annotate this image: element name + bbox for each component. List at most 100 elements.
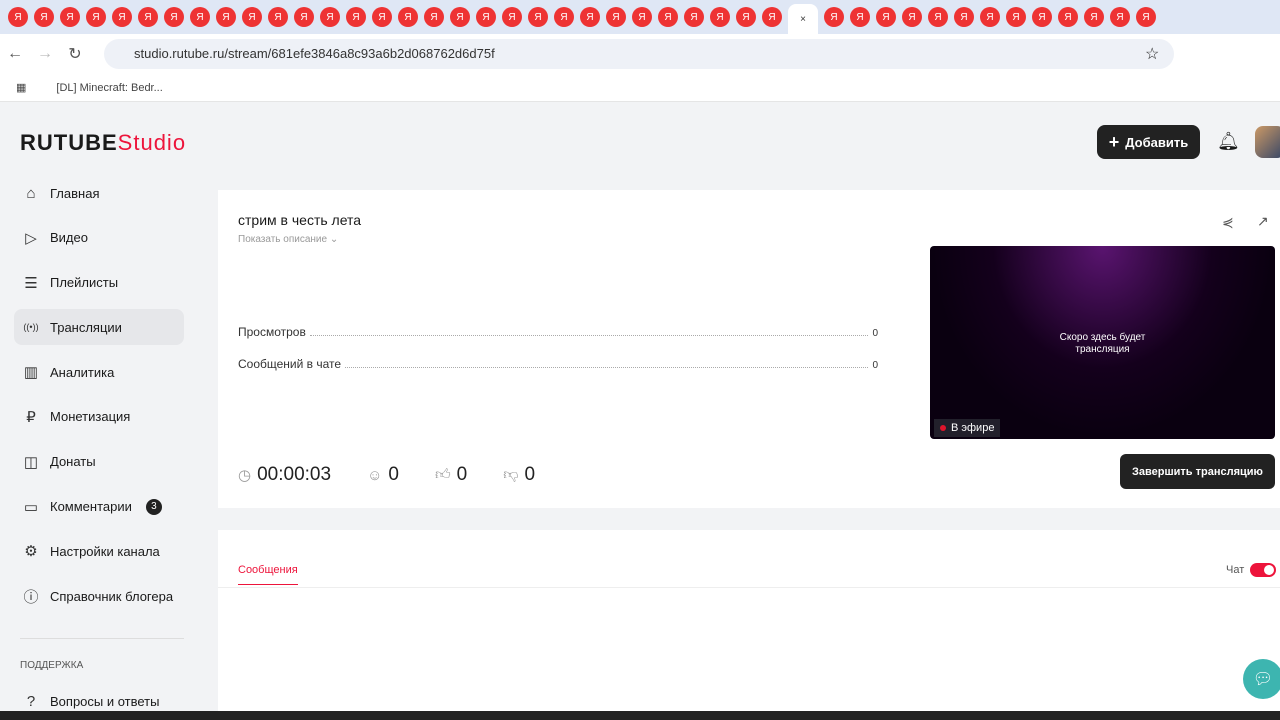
browser-tab[interactable]: Я bbox=[320, 7, 340, 27]
browser-tab[interactable]: Я bbox=[850, 7, 870, 27]
sidebar-item[interactable]: ((•)) Трансляции bbox=[14, 309, 184, 346]
end-stream-button[interactable]: Завершить трансляцию bbox=[1120, 454, 1275, 489]
sidebar-item[interactable]: ▷ Видео bbox=[14, 220, 184, 256]
browser-tab-strip[interactable]: Я Я Я Я Я Я Я Я Я Я Я Я Я Я Я Я Я Я Я Я Я Я Я Я Я Я Я Я Я Я × Я Я Я Я Я Я Я Я Я… bbox=[0, 0, 1280, 34]
url-input[interactable]: studio.rutube.ru/stream/681efe3846a8c93a… bbox=[104, 39, 1174, 69]
browser-tab[interactable]: Я bbox=[762, 7, 782, 27]
sidebar-icon: ⚙ bbox=[24, 543, 38, 561]
rutube-studio-logo[interactable]: RUTUBEStudio bbox=[20, 130, 186, 156]
browser-tab[interactable]: Я bbox=[1110, 7, 1130, 27]
browser-tab[interactable]: Я bbox=[424, 7, 444, 27]
browser-tab[interactable]: Я bbox=[824, 7, 844, 27]
reload-icon[interactable]: ↻ bbox=[60, 44, 90, 64]
browser-tab[interactable]: Я bbox=[1084, 7, 1104, 27]
browser-tab[interactable]: Я bbox=[876, 7, 896, 27]
star-icon[interactable]: ☆ bbox=[1145, 44, 1159, 64]
player-placeholder-text: Скоро здесь будет трансляция bbox=[1059, 332, 1146, 355]
support-chat-button[interactable]: 💬︎ bbox=[1243, 659, 1280, 699]
browser-tab[interactable]: Я bbox=[736, 7, 756, 27]
likes-count: 0 bbox=[456, 464, 468, 485]
browser-tab[interactable]: Я bbox=[86, 7, 106, 27]
apps-icon[interactable]: ▦ bbox=[16, 81, 26, 94]
sidebar-item-label: Комментарии bbox=[50, 499, 132, 515]
browser-tab[interactable]: Я bbox=[294, 7, 314, 27]
sidebar-icon: ◫ bbox=[23, 453, 39, 471]
browser-tab[interactable]: Я bbox=[710, 7, 730, 27]
browser-tab[interactable]: Я bbox=[34, 7, 54, 27]
plus-icon: + bbox=[1108, 131, 1120, 152]
viewers-icon: ☺ bbox=[367, 466, 383, 484]
sidebar-icon: ▥ bbox=[23, 364, 39, 382]
browser-tab[interactable]: Я bbox=[398, 7, 418, 27]
browser-tab[interactable]: Я bbox=[112, 7, 132, 27]
browser-tab[interactable]: Я bbox=[606, 7, 626, 27]
browser-tab[interactable]: Я bbox=[268, 7, 288, 27]
support-heading: Поддержка bbox=[20, 660, 84, 671]
add-button[interactable]: + Добавить bbox=[1097, 125, 1200, 159]
address-bar-row: ← → ↻ studio.rutube.ru/stream/681efe3846… bbox=[0, 34, 1280, 74]
browser-tab[interactable]: Я bbox=[580, 7, 600, 27]
sidebar-item-label: Видео bbox=[50, 230, 88, 246]
browser-tab[interactable]: Я bbox=[164, 7, 184, 27]
browser-tab[interactable]: Я bbox=[954, 7, 974, 27]
browser-tab[interactable]: Я bbox=[684, 7, 704, 27]
avatar[interactable] bbox=[1255, 126, 1280, 158]
browser-tab[interactable]: Я bbox=[980, 7, 1000, 27]
chat-toggle-label: Чат bbox=[1226, 564, 1245, 576]
browser-tab[interactable]: Я bbox=[928, 7, 948, 27]
browser-tab[interactable]: Я bbox=[528, 7, 548, 27]
clock-icon: ◷ bbox=[238, 467, 252, 484]
browser-tab[interactable]: Я bbox=[554, 7, 574, 27]
sidebar-item[interactable]: ₽ Монетизация bbox=[14, 399, 184, 435]
browser-tab[interactable]: Я bbox=[138, 7, 158, 27]
stream-preview-player[interactable]: Скоро здесь будет трансляция В эфире bbox=[930, 246, 1275, 439]
browser-tab[interactable]: Я bbox=[476, 7, 496, 27]
sidebar-icon: ▷ bbox=[25, 229, 37, 247]
sidebar-item-label: Донаты bbox=[50, 454, 96, 470]
browser-tab[interactable]: Я bbox=[216, 7, 236, 27]
sidebar-item[interactable]: ◫ Донаты bbox=[14, 444, 184, 480]
sidebar-item-label: Плейлисты bbox=[50, 275, 119, 291]
open-external-icon[interactable]: ↗ bbox=[1257, 213, 1269, 230]
chat-toggle[interactable] bbox=[1250, 563, 1276, 577]
browser-tab[interactable]: Я bbox=[658, 7, 678, 27]
bell-icon[interactable]: 🔔︎ bbox=[1217, 131, 1240, 152]
browser-tab[interactable]: Я bbox=[450, 7, 470, 27]
show-description-link[interactable]: Показать описание ⌄ bbox=[238, 234, 338, 245]
stat-chat-messages: Сообщений в чате 0 bbox=[238, 357, 878, 371]
sidebar-icon: ₽ bbox=[26, 408, 36, 426]
sidebar-item-label: Настройки канала bbox=[50, 543, 160, 559]
browser-tab[interactable]: × bbox=[788, 4, 818, 34]
sidebar-item[interactable]: ☰ Плейлисты bbox=[14, 265, 184, 301]
browser-tab[interactable]: Я bbox=[902, 7, 922, 27]
browser-tab[interactable]: Я bbox=[632, 7, 652, 27]
browser-tab[interactable]: Я bbox=[1058, 7, 1078, 27]
back-icon[interactable]: ← bbox=[0, 45, 30, 63]
browser-tab[interactable]: Я bbox=[190, 7, 210, 27]
sidebar-item-label: Главная bbox=[50, 185, 100, 201]
forward-icon[interactable]: → bbox=[30, 45, 60, 63]
browser-tab[interactable]: Я bbox=[8, 7, 28, 27]
sidebar-item-label: Монетизация bbox=[50, 409, 131, 425]
browser-tab[interactable]: Я bbox=[502, 7, 522, 27]
browser-tab[interactable]: Я bbox=[372, 7, 392, 27]
bookmark-item[interactable]: [DL] Minecraft: Bedr... bbox=[56, 82, 162, 94]
sidebar-item-label: Трансляции bbox=[50, 319, 122, 335]
browser-tab[interactable]: Я bbox=[1006, 7, 1026, 27]
sidebar-item[interactable]: ⚙ Настройки канала bbox=[14, 533, 184, 569]
like-icon: 👍︎ bbox=[434, 466, 451, 483]
live-badge: В эфире bbox=[934, 419, 1001, 437]
sidebar-item[interactable]: ⌂ Главная bbox=[14, 175, 184, 211]
browser-tab[interactable]: Я bbox=[1136, 7, 1156, 27]
browser-tab[interactable]: Я bbox=[60, 7, 80, 27]
tab-messages[interactable]: Сообщения bbox=[238, 564, 298, 585]
sidebar-item[interactable]: ▥ Аналитика bbox=[14, 354, 184, 390]
browser-tab[interactable]: Я bbox=[242, 7, 262, 27]
browser-tab[interactable]: Я bbox=[1032, 7, 1052, 27]
sidebar-item[interactable]: ⓘ Справочник блогера bbox=[14, 578, 184, 614]
sidebar-divider bbox=[20, 638, 184, 639]
sidebar-item[interactable]: ▭ Комментарии 3 bbox=[14, 489, 184, 525]
share-icon[interactable]: ⋞ bbox=[1222, 214, 1234, 231]
browser-tab[interactable]: Я bbox=[346, 7, 366, 27]
sidebar-icon: ☰ bbox=[24, 274, 38, 292]
